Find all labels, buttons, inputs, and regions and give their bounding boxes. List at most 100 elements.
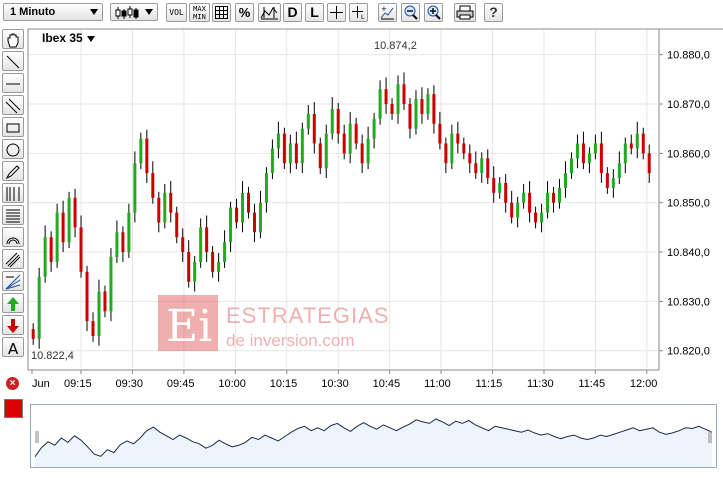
candle-body <box>348 123 352 154</box>
candle-body <box>569 158 573 174</box>
candle-body <box>294 143 298 164</box>
candle-down <box>121 226 125 262</box>
candle-up <box>300 122 304 174</box>
candle-up <box>115 220 119 263</box>
candle-body <box>390 104 394 114</box>
overview-line-chart <box>34 418 713 467</box>
candle-body <box>103 291 107 312</box>
candle-body <box>426 94 430 114</box>
candle-body <box>205 227 209 253</box>
candle-body <box>288 143 292 164</box>
candle-body <box>31 329 35 339</box>
candle-body <box>558 187 562 203</box>
instrument-selector[interactable]: Ibex 35 <box>42 31 95 45</box>
candle-up <box>306 105 310 135</box>
y-tick-label: 10.820,0 <box>667 346 710 358</box>
candle-body <box>408 104 412 129</box>
candle-body <box>235 207 239 223</box>
candle-body <box>181 237 185 253</box>
candle-down <box>205 215 209 262</box>
candle-down <box>294 131 298 170</box>
candle-body <box>492 178 496 193</box>
candle-body <box>306 113 310 129</box>
candle-body <box>61 212 65 243</box>
candle-body <box>641 133 645 154</box>
candle-up <box>450 124 454 170</box>
candle-down <box>175 206 179 244</box>
svg-text:Ei: Ei <box>166 301 212 351</box>
candle-up <box>617 151 621 184</box>
chevron-down-icon <box>86 35 95 42</box>
candle-down <box>169 180 173 223</box>
candle-up <box>558 179 562 209</box>
candle-down <box>486 149 490 184</box>
y-tick-label: 10.880,0 <box>667 50 710 62</box>
candle-body <box>432 94 436 124</box>
candle-body <box>378 89 382 119</box>
candle-body <box>474 163 478 174</box>
candle-body <box>528 192 532 213</box>
candle-body <box>55 212 59 262</box>
candle-body <box>199 227 203 262</box>
overview-area <box>35 419 712 467</box>
candle-down <box>384 77 388 114</box>
candle-body <box>540 212 544 223</box>
x-tick-label: 11:00 <box>424 378 451 390</box>
candle-down <box>342 124 346 160</box>
candle-body <box>91 321 95 336</box>
candle-down <box>456 121 460 154</box>
candle-down <box>474 151 478 180</box>
candle-down <box>647 144 651 183</box>
candle-up <box>587 147 591 174</box>
candle-body <box>157 197 161 223</box>
candle-body <box>252 212 256 233</box>
candle-down <box>605 167 609 194</box>
candle-body <box>456 133 460 144</box>
candle-body <box>486 158 490 179</box>
candle-body <box>605 173 609 188</box>
candle-up <box>593 134 597 160</box>
candle-body <box>169 192 173 213</box>
candle-up <box>276 121 280 159</box>
candle-down <box>528 180 532 223</box>
candle-up <box>37 267 41 349</box>
candle-up <box>623 137 627 174</box>
candle-body <box>79 227 83 272</box>
candle-body <box>468 153 472 164</box>
candle-body <box>414 99 418 129</box>
candle-up <box>480 152 484 183</box>
candle-down <box>510 190 514 224</box>
watermark-line1: ESTRATEGIAS <box>226 303 390 328</box>
x-tick-label: 10:15 <box>270 378 298 390</box>
candle-down <box>282 127 286 170</box>
candle-body <box>193 261 197 282</box>
candle-body <box>516 202 520 218</box>
overview-navigator[interactable] <box>30 404 717 468</box>
candle-body <box>330 108 334 134</box>
candle-body <box>247 192 251 213</box>
candle-body <box>534 212 538 223</box>
candle-body <box>324 133 328 169</box>
candle-body <box>635 133 639 149</box>
candle-up <box>330 97 334 140</box>
candle-body <box>504 182 508 203</box>
candle-body <box>581 143 585 164</box>
candle-down <box>504 174 508 213</box>
candle-down <box>641 127 645 160</box>
candle-body <box>258 202 262 233</box>
candle-body <box>360 143 364 164</box>
candle-down <box>534 206 538 229</box>
candle-body <box>611 178 615 188</box>
candle-body <box>462 143 466 154</box>
candle-up <box>522 183 526 209</box>
candle-body <box>121 232 125 253</box>
candle-down <box>599 131 603 183</box>
x-tick-label: 09:30 <box>115 378 143 390</box>
candle-up <box>55 203 59 268</box>
candle-up <box>43 225 47 283</box>
candle-up <box>426 88 430 120</box>
x-tick-label: Jun <box>32 378 50 390</box>
candle-body <box>211 252 215 272</box>
candle-up <box>241 180 245 233</box>
candle-body <box>37 276 41 339</box>
